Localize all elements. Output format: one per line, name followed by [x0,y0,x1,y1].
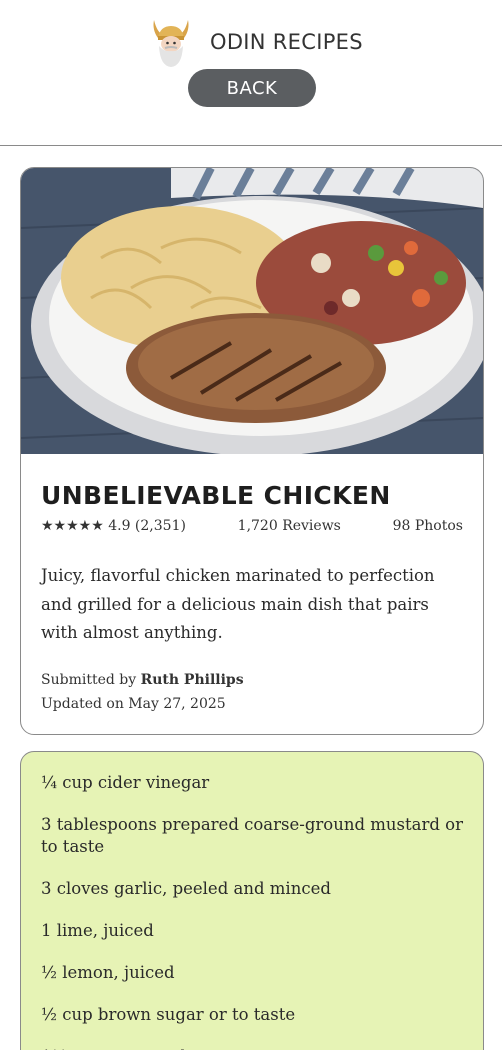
photos-count[interactable]: 98 Photos [393,518,463,534]
brand[interactable]: ODIN RECIPES [148,16,363,68]
site-header: ODIN RECIPES BACK [0,0,502,146]
submitted-prefix: Submitted by [41,672,141,688]
ingredient-item: 3 tablespoons prepared coarse-ground mus… [41,815,463,856]
recipe-description: Juicy, flavorful chicken marinated to pe… [41,566,435,642]
ingredient-item: 3 cloves garlic, peeled and minced [41,879,331,898]
recipe-photo [21,168,483,454]
ingredient-item: 1½ teaspoons salt [41,1046,463,1050]
ingredient-item: ¼ cup cider vinegar [41,773,210,792]
recipe-stats: ★★★★★ 4.9 (2,351) 1,720 Reviews 98 Photo… [41,518,463,534]
rating-text: 4.9 (2,351) [108,518,186,534]
viking-head-icon [153,20,189,67]
author-name[interactable]: Ruth Phillips [141,672,244,688]
recipe-meta: Submitted by Ruth Phillips Updated on Ma… [41,668,244,716]
ingredient-item: 1 lime, juiced [41,921,154,940]
updated-date: Updated on May 27, 2025 [41,696,226,712]
brand-name: ODIN RECIPES [210,30,363,54]
recipe-title: UNBELIEVABLE CHICKEN [41,481,391,510]
back-button[interactable]: BACK [188,69,316,107]
star-rating-icon: ★★★★★ [41,518,104,534]
recipe-card: UNBELIEVABLE CHICKEN ★★★★★ 4.9 (2,351) 1… [20,167,484,735]
reviews-count[interactable]: 1,720 Reviews [238,518,341,534]
ingredient-item: ½ lemon, juiced [41,963,175,982]
rating[interactable]: ★★★★★ 4.9 (2,351) [41,518,186,534]
ingredient-list: ¼ cup cider vinegar 3 tablespoons prepare… [41,772,463,1050]
submitted-by: Submitted by Ruth Phillips [41,668,244,692]
ingredient-item: ½ cup brown sugar or to taste [41,1005,296,1024]
ingredients-panel: ¼ cup cider vinegar 3 tablespoons prepare… [20,751,484,1050]
